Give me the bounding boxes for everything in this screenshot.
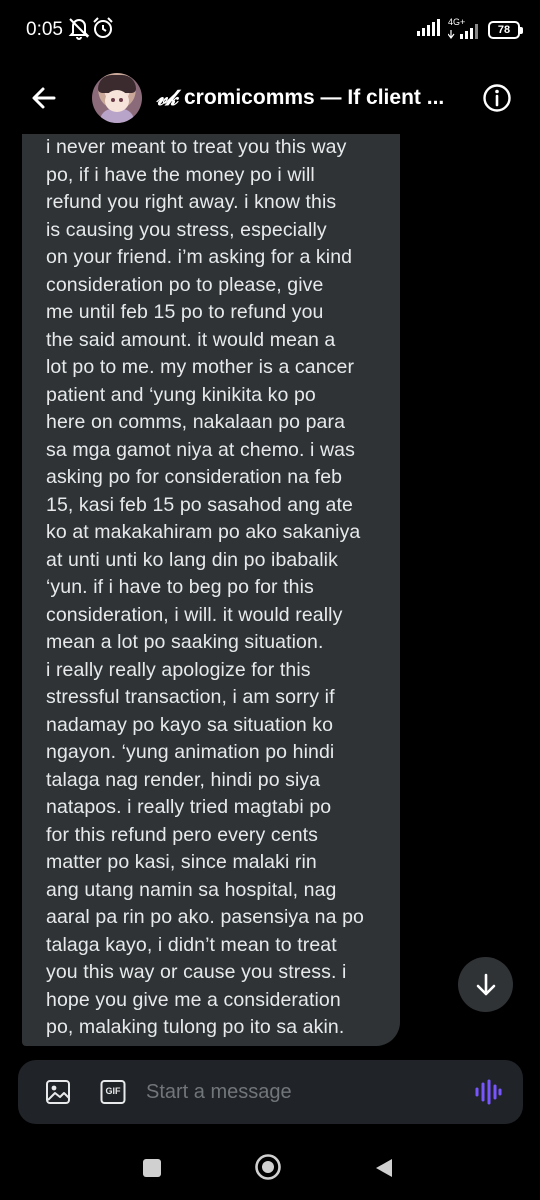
back-arrow-icon — [32, 87, 56, 109]
home-circle-icon — [255, 1154, 281, 1180]
recents-square-icon — [143, 1159, 161, 1177]
battery-icon: 78 — [488, 20, 523, 39]
status-time: 0:05 — [26, 19, 63, 40]
back-triangle-icon — [376, 1159, 392, 1177]
message-text: i never meant to treat you this way po, … — [46, 136, 364, 1038]
image-button[interactable] — [45, 1079, 71, 1105]
mute-bell-icon — [68, 16, 90, 45]
gif-button[interactable]: GIF — [100, 1079, 126, 1105]
alarm-icon — [92, 16, 114, 45]
chat-area[interactable]: i never meant to treat you this way po, … — [0, 134, 540, 1050]
avatar[interactable] — [92, 73, 142, 123]
info-icon — [483, 84, 511, 112]
signal-icon: 4G+ — [448, 17, 482, 40]
name-mark: 𝓋𝓀 — [156, 85, 178, 110]
recents-button[interactable] — [142, 1158, 162, 1183]
voice-icon — [475, 1079, 502, 1105]
message-composer: GIF — [18, 1060, 523, 1124]
image-icon — [46, 1080, 70, 1104]
status-right: 4G+ 78 — [416, 17, 523, 41]
gif-label: GIF — [105, 1086, 121, 1096]
conversation-header: 𝓋𝓀 cromicomms — If client ... — [0, 62, 540, 134]
message-bubble[interactable]: i never meant to treat you this way po, … — [22, 134, 400, 1046]
scroll-to-bottom-button[interactable] — [458, 957, 513, 1012]
arrow-down-icon — [476, 973, 495, 995]
system-nav-bar — [0, 1135, 540, 1200]
signal-icon — [416, 18, 442, 41]
back-button[interactable] — [26, 80, 62, 116]
info-button[interactable] — [482, 83, 512, 113]
home-button[interactable] — [254, 1153, 282, 1186]
back-nav-button[interactable] — [374, 1157, 394, 1184]
message-input[interactable] — [146, 1079, 446, 1105]
conversation-title[interactable]: cromicomms — If client ... — [184, 86, 468, 110]
status-bar: 0:05 4G+ 78 — [0, 0, 540, 62]
voice-button[interactable] — [474, 1079, 502, 1105]
